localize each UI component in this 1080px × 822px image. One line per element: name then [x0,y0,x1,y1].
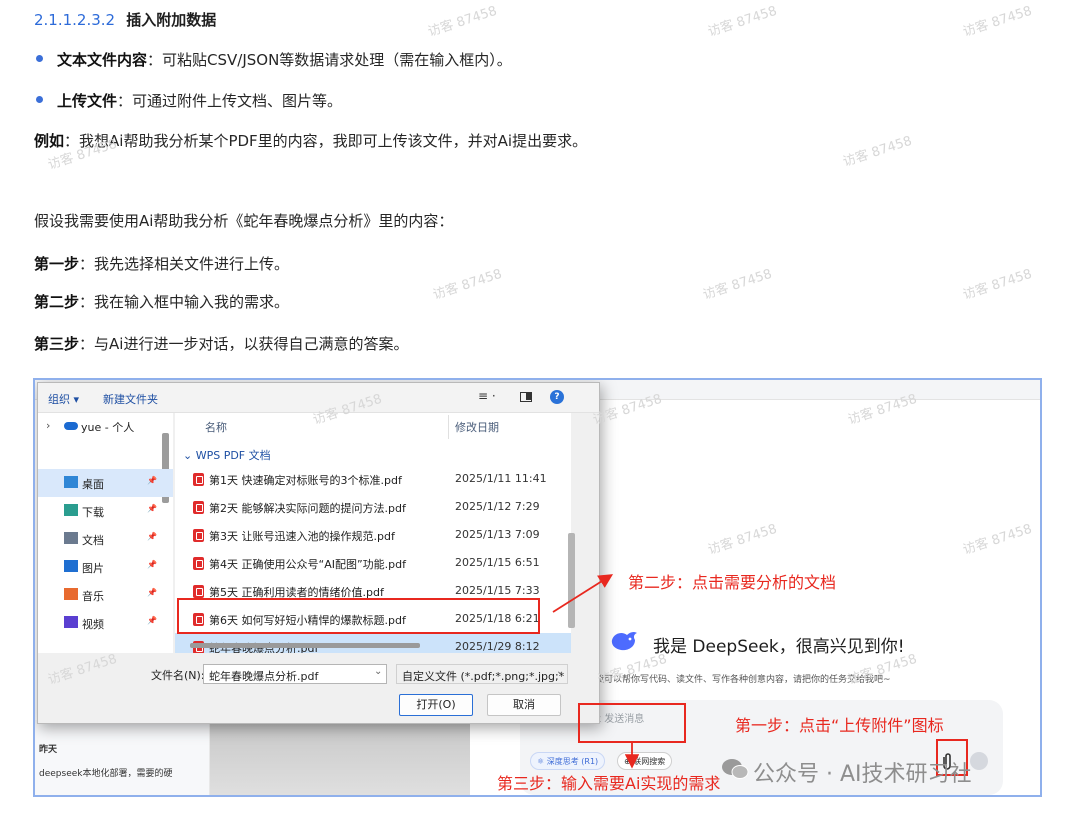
intro-paragraph: 假设我需要使用Ai帮助我分析《蛇年春晚爆点分析》里的内容： [34,212,454,230]
watermark: 访客 87458 [961,3,1034,41]
bullet-text: ：可通过附件上传文档、图片等。 [117,92,343,110]
watermark: 访客 87458 [431,266,504,304]
step-text: ：与Ai进行进一步对话，以获得自己满意的答案。 [79,335,409,353]
step-line: 第三步：与Ai进行进一步对话，以获得自己满意的答案。 [34,333,408,355]
bullet-item: 文本文件内容：可粘贴CSV/JSON等数据请求处理（需在输入框内）。 [36,49,512,71]
step2-annotation: 第二步：点击需要分析的文档 [628,573,837,592]
watermark: 访客 87458 [701,266,774,304]
step-term: 第一步 [34,255,80,273]
bullet-text: ：可粘贴CSV/JSON等数据请求处理（需在输入框内）。 [147,51,512,69]
wechat-icon [721,758,749,780]
section-heading: 2.1.1.2.3.2 插入附加数据 [34,9,216,30]
step-term: 第三步 [34,335,80,353]
step-line: 第二步：我在输入框中输入我的需求。 [34,291,289,313]
bullet-term: 文本文件内容 [57,51,148,69]
watermark: 访客 87458 [961,266,1034,304]
step-text: ：我先选择相关文件进行上传。 [79,255,290,273]
example-term: 例如 [34,132,65,150]
bullet-item: 上传文件：可通过附件上传文档、图片等。 [36,90,342,112]
section-number: 2.1.1.2.3.2 [34,11,116,29]
bullet-dot [36,96,43,103]
example-text: ：我想Ai帮助我分析某个PDF里的内容，我即可上传该文件，并对Ai提出要求。 [64,132,588,150]
bullet-dot [36,55,43,62]
screenshot-frame: 昨天 deepseek本地化部署，需要的硬 我是 DeepSeek，很高兴见到你… [33,378,1042,797]
watermark: 访客 87458 [706,3,779,41]
section-title: 插入附加数据 [126,11,217,29]
step-text: ：我在输入框中输入我的需求。 [79,293,290,311]
step-term: 第二步 [34,293,80,311]
watermark: 访客 87458 [841,133,914,171]
wechat-account-mark: 公众号 · AI技术研习社 [753,762,972,787]
bullet-term: 上传文件 [57,92,118,110]
watermark: 访客 87458 [426,3,499,41]
step1-annotation: 第一步：点击“上传附件”图标 [735,716,944,735]
step-line: 第一步：我先选择相关文件进行上传。 [34,253,289,275]
step2-arrow [552,574,614,613]
step3-annotation: 第三步：输入需要Ai实现的需求 [497,774,721,793]
